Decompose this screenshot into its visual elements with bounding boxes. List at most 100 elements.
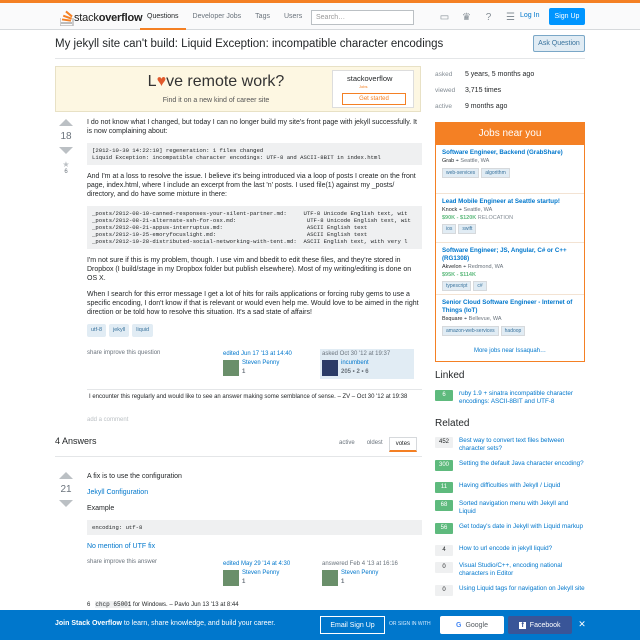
avatar[interactable] [223, 360, 239, 376]
downvote-icon[interactable] [59, 147, 73, 154]
related-item[interactable]: 0 Visual Studio/C++, encoding national ch… [435, 562, 585, 578]
tag: swift [458, 224, 477, 234]
related-item[interactable]: 56 Get today's date in Jekyll with Liquid… [435, 523, 585, 534]
banner-message: Join Stack Overflow to learn, share know… [55, 620, 276, 627]
add-comment-link[interactable]: add a comment [87, 417, 128, 423]
related-item[interactable]: 11 Having difficulties with Jekyll / Liqu… [435, 482, 585, 493]
user-link[interactable]: incumbent [341, 360, 369, 366]
close-icon[interactable]: ✕ [576, 618, 588, 630]
facebook-signin-button[interactable]: f Facebook [508, 616, 572, 634]
ad-subline: Find it on a new kind of career site [162, 97, 270, 104]
editor-signature: edited May 29 '14 at 4:30 Steven Penny 1 [221, 559, 315, 589]
related-item[interactable]: 300 Setting the default Java character en… [435, 460, 585, 471]
avatar[interactable] [223, 570, 239, 586]
location-icon: ⌖ [464, 316, 468, 322]
inbox-icon[interactable]: ▭ [438, 11, 451, 24]
tab-active[interactable]: active [333, 437, 361, 452]
jobs-panel: Jobs near you Software Engineer, Backend… [435, 122, 585, 362]
paragraph: A fix is to use the configuration [87, 473, 182, 480]
configuration-link[interactable]: Jekyll Configuration [87, 489, 148, 496]
asker-signature: asked Oct 30 '12 at 19:37 incumbent 205 … [320, 349, 414, 379]
tag[interactable]: jekyll [109, 324, 130, 337]
tag: typescript [442, 281, 472, 291]
code-block: [2012-10-30 14:22:10] regeneration: 1 fi… [87, 143, 422, 165]
more-jobs-link[interactable]: More jobs near Issaquah… [436, 344, 584, 354]
site-switcher-icon[interactable]: ☰ [504, 11, 517, 24]
tag[interactable]: liquid [132, 324, 154, 337]
google-signin-button[interactable]: G Google [440, 616, 504, 634]
paragraph: When I search for this error message I g… [87, 291, 419, 316]
help-icon[interactable]: ? [482, 11, 495, 24]
answerer-signature: answered Feb 4 '13 at 16:16 Steven Penny… [320, 559, 414, 589]
tab-oldest[interactable]: oldest [361, 437, 389, 452]
answer-vote-cell: 21 [55, 472, 77, 507]
favorite-count: 6 [64, 169, 68, 175]
site-logo[interactable]: stackoverflow [60, 8, 143, 28]
reputation: 205 • 2 • 6 [341, 369, 369, 375]
job-listing[interactable]: Lead Mobile Engineer at Seattle startup!… [436, 194, 584, 243]
nav-developer-jobs[interactable]: Developer Jobs [186, 6, 249, 30]
page-title[interactable]: My jekyll site can't build: Liquid Excep… [55, 38, 443, 50]
edited-time[interactable]: edited May 29 '14 at 4:30 [221, 559, 315, 569]
comment-votes: 6 [87, 602, 91, 608]
reputation: 1 [242, 579, 246, 585]
ask-question-button[interactable]: Ask Question [533, 35, 585, 52]
utf-fix-link[interactable]: No mention of UTF fix [87, 543, 155, 550]
tag: ios [442, 224, 457, 234]
ad-brand-box: stackoverflow Jobs Get started [332, 70, 414, 108]
nav-users[interactable]: Users [277, 6, 309, 30]
linked-item[interactable]: 6 ruby 1.9 + sinatra incompatible charact… [435, 390, 585, 406]
vote-count: 21 [60, 484, 72, 495]
answer-sort-tabs: active oldest votes [333, 437, 418, 452]
reputation: 1 [242, 369, 246, 375]
answers-header: 4 Answers [55, 436, 97, 446]
job-listing[interactable]: Software Engineer, Backend (GrabShare) G… [436, 145, 584, 194]
linked-header: Linked [435, 370, 465, 381]
ad-jobs-label: Jobs [359, 84, 368, 89]
search-input[interactable]: Search… [311, 10, 414, 25]
vote-count: 18 [60, 131, 72, 142]
email-signup-button[interactable]: Email Sign Up [320, 616, 385, 634]
answered-time: answered Feb 4 '13 at 16:16 [322, 561, 398, 567]
login-link[interactable]: Log In [520, 12, 539, 19]
downvote-icon[interactable] [59, 500, 73, 507]
asked-time: asked Oct 30 '12 at 19:37 [322, 351, 391, 357]
comment: I encounter this regularly and would lik… [87, 389, 422, 404]
share-improve-links[interactable]: share improve this answer [87, 559, 157, 565]
ad-get-started-button[interactable]: Get started [342, 93, 406, 105]
heart-icon: ♥ [156, 73, 167, 90]
tab-votes[interactable]: votes [388, 437, 418, 452]
tag[interactable]: utf-8 [87, 324, 107, 337]
job-listing[interactable]: Senior Cloud Software Engineer - Interne… [436, 295, 584, 344]
share-improve-links[interactable]: share improve this question [87, 350, 160, 356]
user-link[interactable]: Steven Penny [242, 570, 279, 576]
edited-time[interactable]: edited Jun 17 '13 at 14:40 [221, 349, 315, 359]
upvote-icon[interactable] [59, 119, 73, 126]
paragraph: I'm not sure if this is my problem, thou… [87, 257, 412, 282]
related-item[interactable]: 68 Sorted navigation menu with Jekyll and… [435, 500, 585, 516]
signup-button[interactable]: Sign Up [549, 8, 585, 25]
advertisement[interactable]: L♥ve remote work? Find it on a new kind … [55, 66, 421, 112]
stack-logo-icon [60, 10, 74, 26]
job-listing[interactable]: Software Engineer; JS, Angular, C# or C+… [436, 243, 584, 295]
paragraph: Example [87, 505, 115, 512]
related-item[interactable]: 4 How to url encode in jekyll liquid? [435, 545, 585, 556]
upvote-icon[interactable] [59, 472, 73, 479]
top-icons: ▭ ♛ ? ☰ [438, 11, 517, 24]
trophy-icon[interactable]: ♛ [460, 11, 473, 24]
location-icon: ⌖ [463, 264, 467, 270]
avatar[interactable] [322, 360, 338, 376]
favorite-star-icon[interactable]: ★ [55, 160, 77, 169]
nav-tags[interactable]: Tags [248, 6, 277, 30]
related-item[interactable]: 0 Using Liquid tags for navigation on Jek… [435, 585, 585, 596]
tag: web-services [442, 168, 480, 178]
tag: c# [473, 281, 487, 291]
nav-questions[interactable]: Questions [140, 6, 186, 30]
user-link[interactable]: Steven Penny [341, 570, 378, 576]
comment: 6 chcp 65001 for Windows. – Pavlo Jun 13… [87, 601, 239, 608]
facebook-icon: f [519, 621, 526, 629]
tag-list: utf-8 jekyll liquid [87, 324, 422, 337]
user-link[interactable]: Steven Penny [242, 360, 279, 366]
related-item[interactable]: 452 Best way to convert text files betwee… [435, 437, 585, 453]
avatar[interactable] [322, 570, 338, 586]
